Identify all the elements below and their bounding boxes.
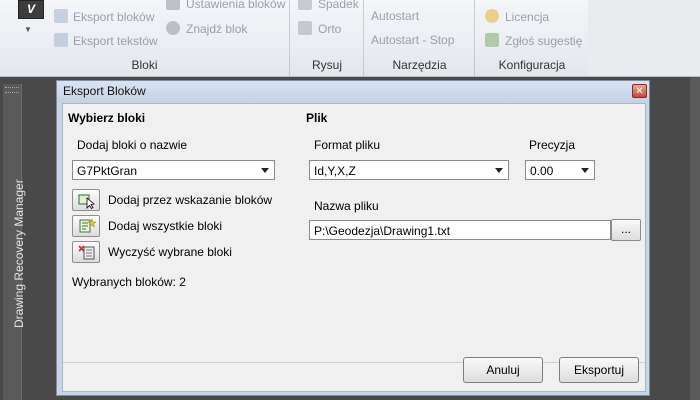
ribbon-empty-area (588, 0, 700, 76)
dialog-body: Wybierz bloki Dodaj bloki o nazwie G7Pkt… (62, 103, 646, 392)
dialog-titlebar[interactable]: Eksport Bloków ✕ (57, 81, 649, 102)
ribbon-group-rysuj: Rysuj (289, 54, 364, 76)
file-format-value: Id,Y,X,Z (314, 164, 356, 178)
export-blocks-button[interactable]: Eksport bloków (73, 10, 154, 24)
ortho-icon (298, 21, 312, 35)
export-blocks-dialog: Eksport Bloków ✕ Wybierz bloki Dodaj blo… (56, 80, 650, 396)
add-all-blocks-button[interactable] (72, 215, 100, 237)
report-suggestion-button[interactable]: Zgłoś sugestię (505, 34, 582, 48)
chevron-down-icon (495, 168, 503, 173)
block-name-combo[interactable]: G7PktGran (72, 160, 275, 180)
chevron-down-icon (261, 168, 269, 173)
ribbon-group-bloki: Bloki (131, 58, 158, 72)
license-button[interactable]: Licencja (505, 10, 549, 24)
precision-combo[interactable]: 0.00 (525, 160, 595, 180)
export-texts-icon (54, 33, 68, 47)
find-block-icon (166, 21, 180, 35)
clear-list-icon (78, 245, 95, 260)
ribbon-separator (363, 0, 364, 54)
close-button[interactable]: ✕ (632, 84, 647, 98)
chevron-down-icon[interactable]: ▼ (24, 25, 32, 34)
autostart-button[interactable]: Autostart (371, 9, 419, 23)
ribbon-separator (289, 0, 290, 54)
slope-button[interactable]: Spadek (318, 0, 359, 11)
export-blocks-icon (54, 9, 68, 23)
block-name-label: Dodaj bloki o nazwie (77, 138, 188, 152)
footer-divider (63, 362, 645, 363)
file-name-label: Nazwa pliku (314, 199, 379, 213)
precision-label: Precyzja (529, 138, 576, 152)
cancel-button[interactable]: Anuluj (463, 357, 543, 383)
pick-blocks-button[interactable] (72, 189, 100, 211)
add-all-icon (79, 218, 96, 233)
select-blocks-heading: Wybierz bloki (68, 111, 146, 125)
export-button[interactable]: Eksportuj (559, 357, 639, 383)
license-key-icon (485, 9, 499, 23)
pick-cursor-icon (78, 194, 95, 209)
clear-selection-button[interactable] (72, 241, 100, 263)
application-menu-button[interactable]: V (18, 0, 44, 19)
autostart-stop-button[interactable]: Autostart - Stop (371, 33, 454, 47)
ribbon-group-konfiguracja: Konfiguracja (474, 54, 589, 76)
chevron-down-icon (581, 168, 589, 173)
add-all-blocks-label: Dodaj wszystkie bloki (108, 219, 223, 233)
suggestion-icon (485, 33, 499, 47)
clear-selection-label: Wyczyść wybrane bloki (108, 245, 232, 259)
file-name-input[interactable]: P:\Geodezja\Drawing1.txt (309, 220, 611, 240)
pick-blocks-label: Dodaj przez wskazanie bloków (108, 193, 273, 207)
ribbon-group-narzedzia: Narzędzia (363, 54, 475, 76)
ribbon: V ▼ Eksport bloków Eksport tekstów Ustaw… (0, 0, 700, 77)
find-block-button[interactable]: Znajdź blok (186, 22, 247, 36)
slope-icon (298, 0, 312, 10)
selected-count-text: Wybranych bloków: 2 (72, 275, 186, 289)
drawing-recovery-label: Drawing Recovery Manager (12, 179, 26, 328)
file-format-combo[interactable]: Id,Y,X,Z (309, 160, 509, 180)
ortho-button[interactable]: Orto (318, 22, 341, 36)
right-panel-frame (690, 77, 700, 400)
block-name-value: G7PktGran (77, 164, 138, 178)
file-heading: Plik (306, 111, 328, 125)
file-format-label: Format pliku (314, 138, 381, 152)
dialog-title: Eksport Bloków (63, 84, 146, 98)
browse-button[interactable]: ... (611, 219, 641, 241)
block-settings-icon (166, 0, 180, 10)
block-settings-button[interactable]: Ustawienia bloków (186, 0, 285, 11)
file-name-value: P:\Geodezja\Drawing1.txt (314, 224, 451, 238)
export-texts-button[interactable]: Eksport tekstów (73, 34, 158, 48)
precision-value: 0.00 (530, 164, 554, 178)
ribbon-separator (474, 0, 475, 54)
grip-handle-icon[interactable] (5, 87, 19, 93)
